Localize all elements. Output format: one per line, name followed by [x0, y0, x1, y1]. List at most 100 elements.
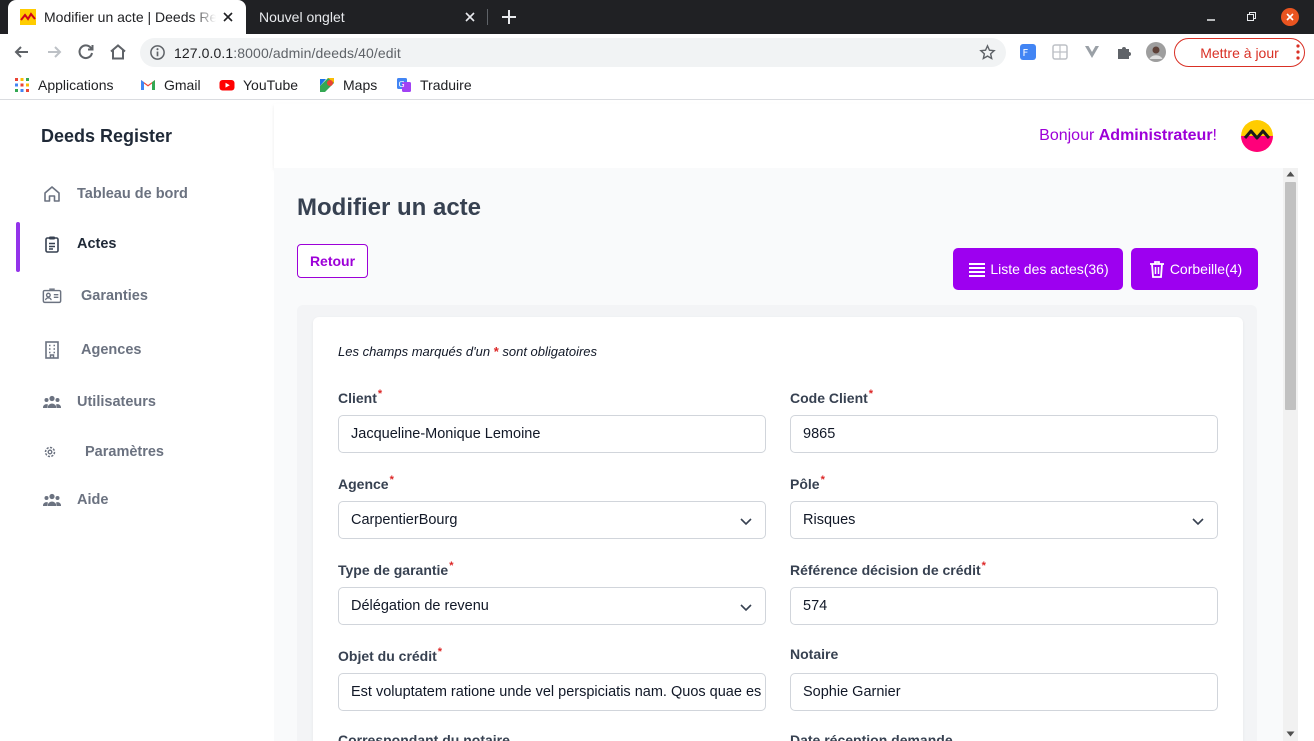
bookmark-gmail[interactable]: Gmail	[140, 76, 201, 94]
sidebar-item-parametres[interactable]: Paramètres	[0, 432, 274, 472]
greeting-prefix: Bonjour	[1039, 127, 1099, 144]
client-code-input[interactable]: 9865	[790, 415, 1218, 453]
forward-arrow-icon[interactable]	[44, 42, 64, 62]
bookmark-applications[interactable]: Applications	[14, 76, 114, 94]
field-label-text: Objet du crédit	[338, 648, 437, 664]
svg-text:G: G	[399, 80, 405, 89]
sidebar-item-label: Tableau de bord	[77, 186, 188, 202]
sidebar-item-label: Actes	[77, 236, 117, 252]
bookmark-youtube[interactable]: YouTube	[219, 76, 298, 94]
id-card-icon	[42, 288, 62, 304]
bookmark-star-icon[interactable]	[979, 44, 996, 61]
greeting-suffix: !	[1212, 127, 1217, 144]
pole-select[interactable]: Risques	[790, 501, 1218, 539]
field-label-text: Notaire	[790, 646, 839, 662]
minimize-icon[interactable]	[1203, 9, 1219, 25]
brand-title[interactable]: Deeds Register	[41, 126, 172, 147]
profile-avatar-icon[interactable]	[1146, 42, 1166, 62]
page-scrollbar[interactable]	[1283, 168, 1298, 741]
field-label-text: Référence décision de crédit	[790, 562, 981, 578]
sidebar-item-utilisateurs[interactable]: Utilisateurs	[0, 382, 274, 422]
extension-grid-icon[interactable]	[1051, 43, 1069, 61]
deeds-list-button[interactable]: Liste des actes(36)	[953, 248, 1123, 290]
deed-form: Les champs marqués d'un * sont obligatoi…	[313, 317, 1243, 741]
users-icon	[42, 493, 62, 506]
browser-menu-icon[interactable]	[1296, 43, 1300, 61]
sidebar-item-label: Utilisateurs	[77, 394, 156, 410]
translate-icon: G	[397, 78, 411, 92]
sidebar-item-label: Paramètres	[85, 444, 164, 460]
required-asterisk: *	[389, 474, 394, 486]
back-arrow-icon[interactable]	[12, 42, 32, 62]
form-card: Les champs marqués d'un * sont obligatoi…	[297, 305, 1257, 741]
pole-label: Pôle*	[790, 474, 825, 492]
close-tab-icon[interactable]	[462, 9, 478, 25]
credit-decision-ref-input[interactable]: 574	[790, 587, 1218, 625]
home-icon[interactable]	[108, 42, 128, 62]
right-gutter	[1298, 168, 1314, 741]
apps-grid-icon	[15, 78, 29, 92]
scrollbar-thumb[interactable]	[1285, 182, 1296, 410]
svg-text:F: F	[1023, 48, 1029, 59]
sidebar-item-garanties[interactable]: Garanties	[0, 276, 274, 316]
scroll-up-arrow-icon[interactable]	[1286, 171, 1295, 177]
url-host: 127.0.0.1	[174, 45, 234, 61]
notary-input[interactable]: Sophie Garnier	[790, 673, 1218, 711]
required-note-text: sont obligatoires	[498, 344, 598, 359]
tab-title: Modifier un acte | Deeds Register	[44, 9, 216, 25]
sidebar-item-label: Agences	[81, 342, 142, 358]
back-button[interactable]: Retour	[297, 244, 368, 278]
cog-icon	[44, 446, 56, 458]
bookmark-translate[interactable]: G Traduire	[396, 76, 472, 94]
sidebar-item-tableau-de-bord[interactable]: Tableau de bord	[0, 174, 274, 214]
required-asterisk: *	[981, 560, 986, 572]
client-input[interactable]: Jacqueline-Monique Lemoine	[338, 415, 766, 453]
main-content: Modifier un acte Retour Liste des actes(…	[274, 168, 1283, 741]
site-info-icon[interactable]	[149, 44, 166, 61]
youtube-icon	[219, 80, 235, 91]
extension-vue-icon[interactable]	[1083, 43, 1101, 61]
extension-translate-icon[interactable]: F	[1019, 43, 1037, 61]
reload-icon[interactable]	[76, 42, 96, 62]
agency-select[interactable]: CarpentierBourg	[338, 501, 766, 539]
field-label-text: Type de garantie	[338, 562, 449, 578]
bookmark-label: Traduire	[420, 77, 472, 93]
browser-tab-inactive[interactable]: Nouvel onglet	[248, 0, 488, 34]
greeting-user-name: Administrateur	[1098, 127, 1213, 144]
required-asterisk: *	[820, 474, 825, 486]
tab-title: Nouvel onglet	[259, 9, 345, 25]
tab-separator	[487, 9, 488, 25]
bookmark-maps[interactable]: Maps	[319, 76, 377, 94]
sidebar: Deeds Register Tableau de bord Actes Gar…	[0, 104, 274, 741]
credit-decision-ref-label: Référence décision de crédit*	[790, 560, 986, 578]
close-tab-icon[interactable]	[220, 9, 236, 25]
extensions-puzzle-icon[interactable]	[1115, 43, 1133, 61]
close-window-icon[interactable]	[1281, 8, 1299, 26]
request-received-date-label: Date réception demande	[790, 732, 953, 741]
field-label-text: Correspondant du notaire	[338, 732, 510, 741]
agency-label: Agence*	[338, 474, 394, 492]
browser-toolbar: 127.0.0.1:8000/admin/deeds/40/edit F Met…	[0, 34, 1314, 70]
new-tab-icon[interactable]	[499, 7, 519, 27]
user-avatar-icon[interactable]	[1241, 120, 1273, 152]
address-bar[interactable]: 127.0.0.1:8000/admin/deeds/40/edit	[140, 38, 1006, 67]
notary-correspondent-label: Correspondant du notaire	[338, 732, 510, 741]
scroll-down-arrow-icon[interactable]	[1286, 731, 1295, 737]
restore-icon[interactable]	[1243, 9, 1259, 25]
chevron-down-icon	[740, 604, 752, 612]
clipboard-icon	[45, 236, 59, 253]
sidebar-item-agences[interactable]: Agences	[0, 330, 274, 370]
trash-icon	[1149, 261, 1164, 278]
bookmark-label: Applications	[38, 77, 114, 93]
sidebar-item-aide[interactable]: Aide	[0, 480, 274, 520]
browser-tab-bar: Modifier un acte | Deeds Register Nouvel…	[0, 0, 1314, 34]
browser-tab-active[interactable]: Modifier un acte | Deeds Register	[8, 0, 246, 34]
guarantee-type-select[interactable]: Délégation de revenu	[338, 587, 766, 625]
guarantee-type-selected-value: Délégation de revenu	[351, 598, 489, 614]
field-label-text: Pôle	[790, 476, 820, 492]
update-browser-button[interactable]: Mettre à jour	[1174, 38, 1305, 67]
sidebar-item-actes[interactable]: Actes	[0, 224, 274, 264]
top-header: Bonjour Administrateur!	[274, 104, 1314, 168]
trash-button[interactable]: Corbeille(4)	[1131, 248, 1258, 290]
credit-purpose-input[interactable]: Est voluptatem ratione unde vel perspici…	[338, 673, 766, 711]
